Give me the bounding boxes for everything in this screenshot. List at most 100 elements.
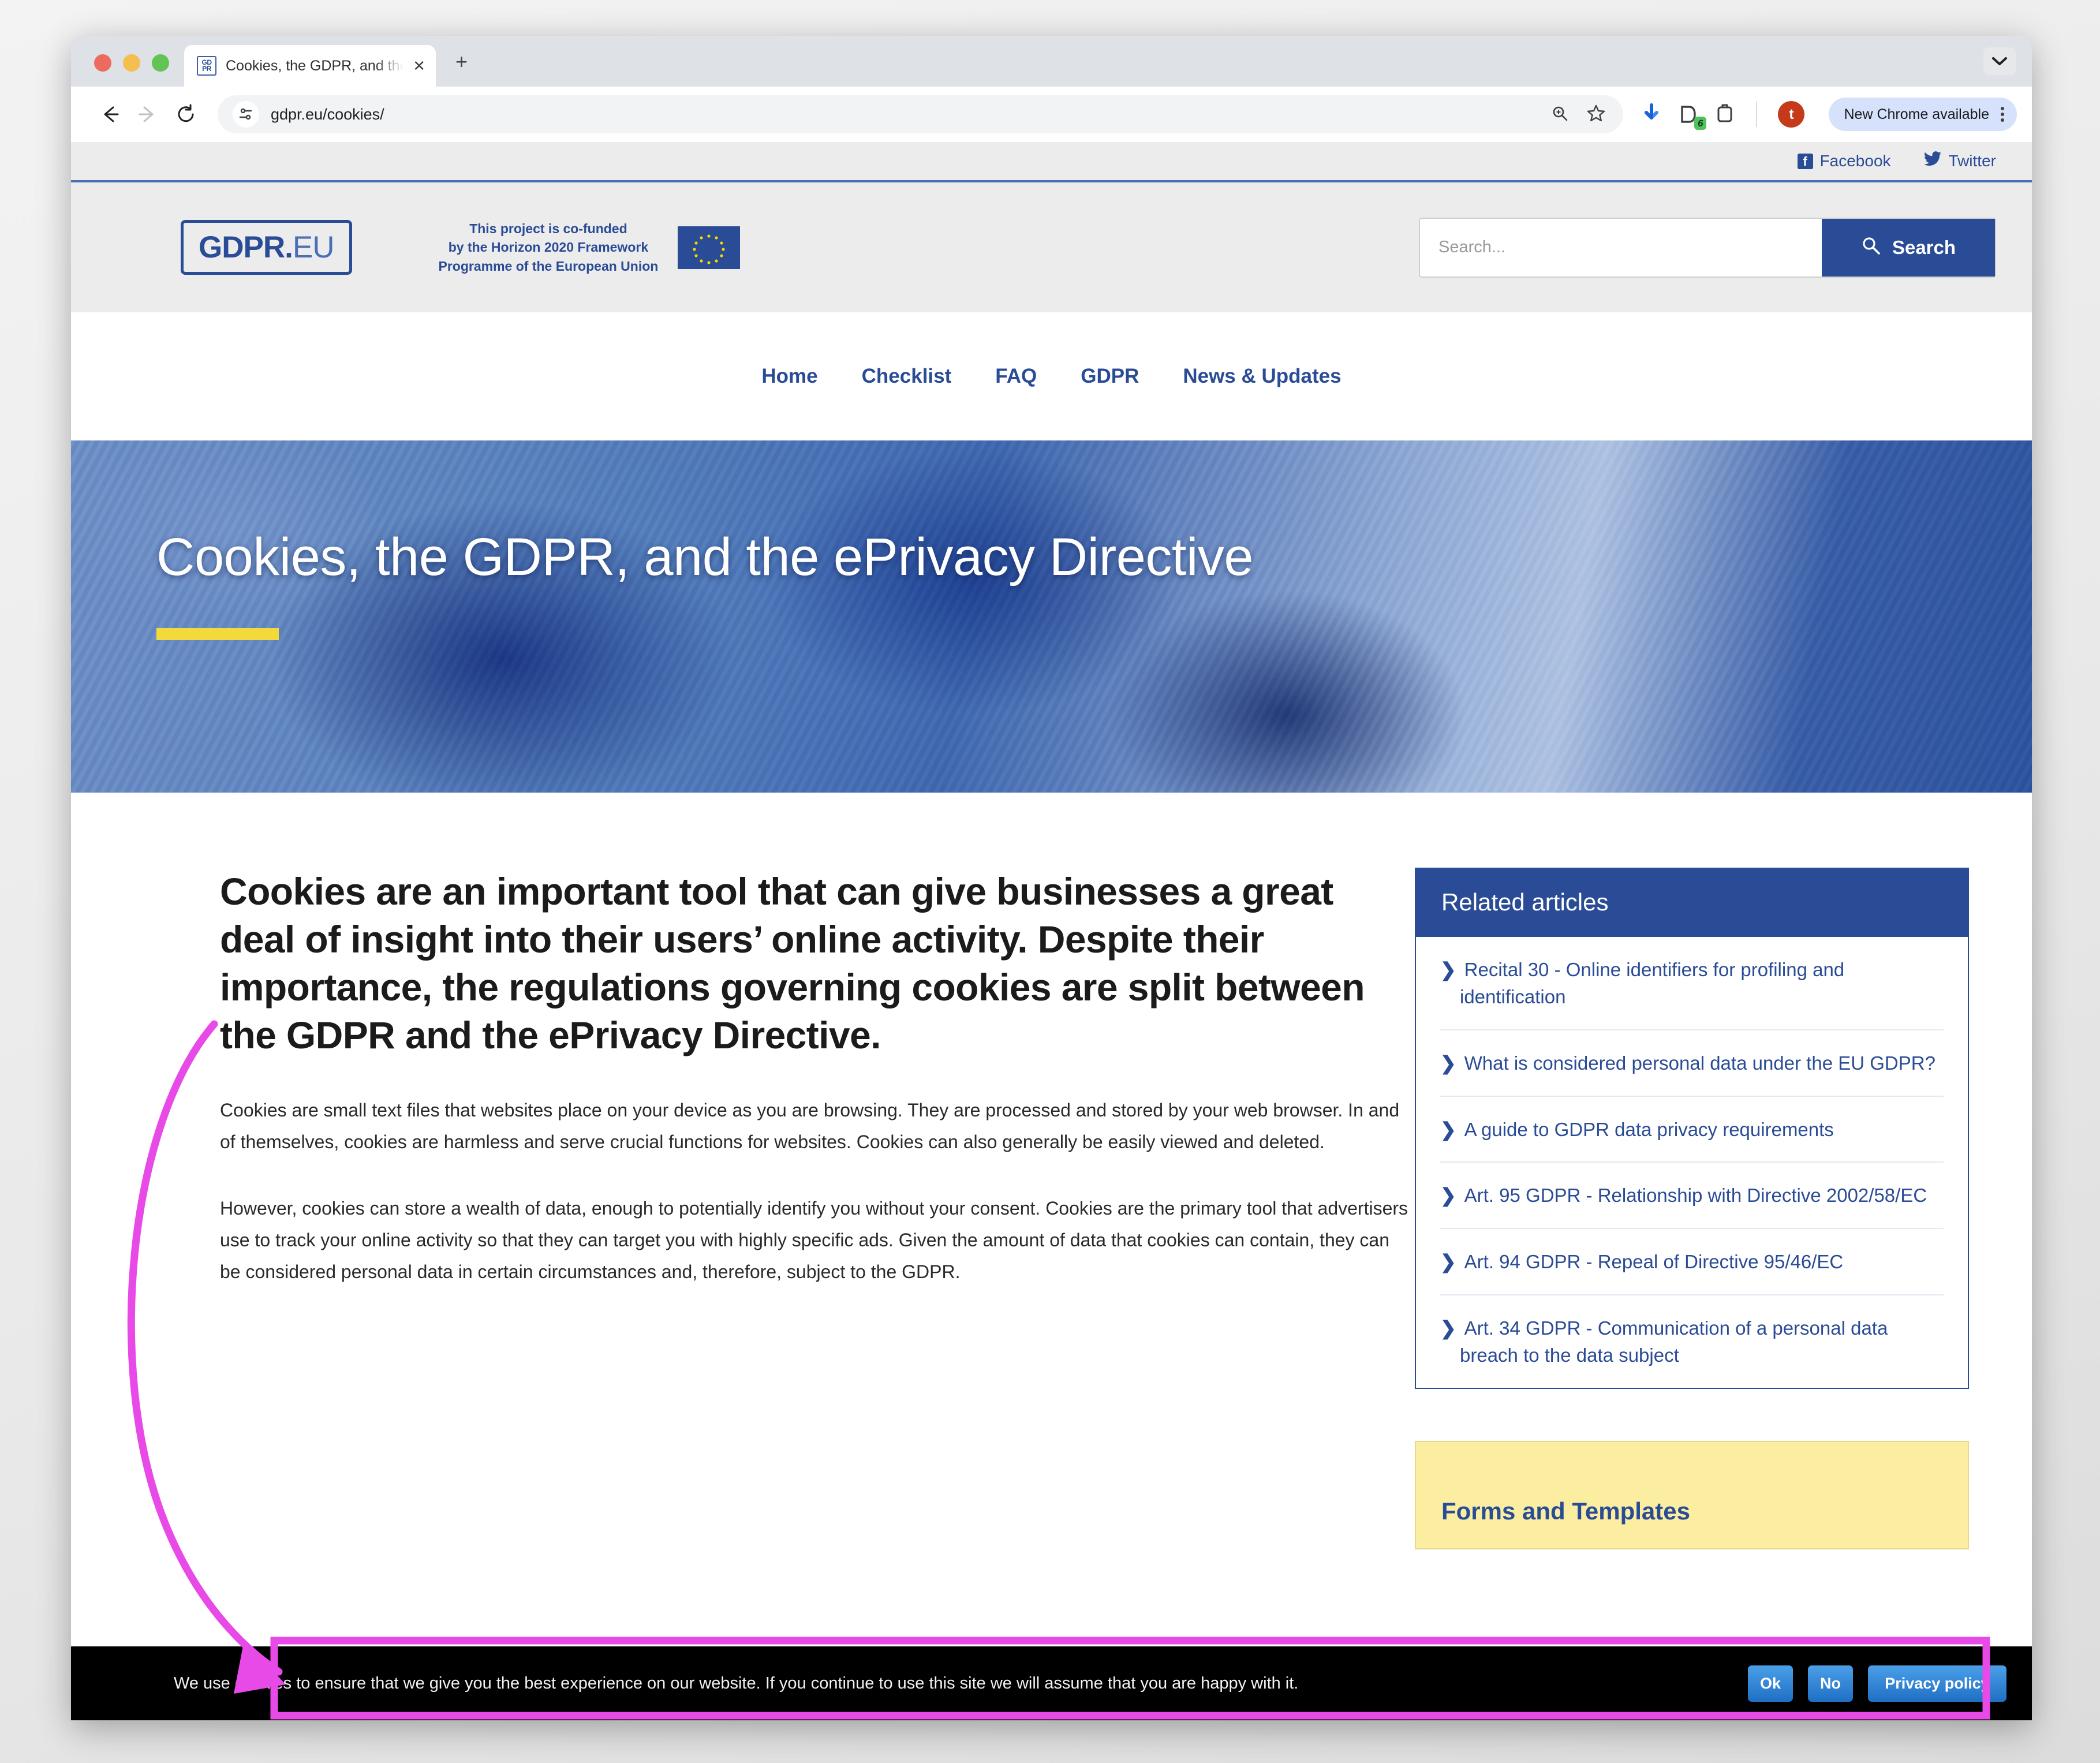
chrome-update-button[interactable]: New Chrome available — [1829, 98, 2017, 131]
related-link-6[interactable]: ❯Art. 34 GDPR - Communication of a perso… — [1460, 1295, 1944, 1388]
related-link-5[interactable]: ❯Art. 94 GDPR - Repeal of Directive 95/4… — [1460, 1229, 1944, 1294]
nav-item-news-updates[interactable]: News & Updates — [1183, 365, 1341, 388]
address-bar[interactable]: gdpr.eu/cookies/ — [218, 95, 1623, 133]
extensions-icon[interactable]: 6 — [1677, 103, 1699, 125]
article-heading: Cookies are an important tool that can g… — [220, 868, 1415, 1060]
related-link-2-label: What is considered personal data under t… — [1464, 1052, 1935, 1074]
reload-button-icon[interactable] — [167, 95, 205, 133]
site-header: GDPR.EU This project is co-funded by the… — [71, 182, 2032, 312]
twitter-icon — [1923, 151, 1942, 171]
bookmark-star-icon[interactable] — [1586, 103, 1606, 126]
privacy-policy-button[interactable]: Privacy policy — [1868, 1665, 2006, 1702]
logo-suffix: EU — [293, 230, 334, 264]
facebook-link[interactable]: f Facebook — [1798, 152, 1891, 170]
url-text: gdpr.eu/cookies/ — [271, 106, 1539, 124]
logo-main: GDPR — [199, 230, 285, 264]
list-item: ❯ A guide to GDPR data privacy requiremen… — [1440, 1097, 1944, 1163]
chevron-right-icon: ❯ — [1440, 1317, 1456, 1339]
page-viewport: f Facebook Twitter GDPR.EU This project … — [71, 142, 2032, 1720]
cookie-consent-banner: We use cookies to ensure that we give yo… — [71, 1646, 2032, 1720]
maximize-window-button[interactable] — [152, 54, 169, 72]
article-body: Cookies are an important tool that can g… — [220, 868, 1415, 1549]
related-articles-card: Related articles ❯Recital 30 - Online id… — [1415, 868, 1969, 1389]
list-item: ❯ Art. 94 GDPR - Repeal of Directive 95/4… — [1440, 1229, 1944, 1295]
close-tab-icon[interactable]: ✕ — [413, 58, 425, 73]
cookie-decline-button[interactable]: No — [1808, 1665, 1853, 1702]
page-title: Cookies, the GDPR, and the ePrivacy Dire… — [156, 527, 2032, 588]
nav-item-checklist[interactable]: Checklist — [862, 365, 952, 388]
hero-accent-bar — [156, 628, 279, 640]
main-navigation: Home Checklist FAQ GDPR News & Updates — [71, 312, 2032, 440]
list-item: ❯Recital 30 - Online identifiers for pro… — [1440, 937, 1944, 1030]
sidebar: Related articles ❯Recital 30 - Online id… — [1415, 868, 1969, 1549]
eu-flag-icon — [678, 226, 740, 269]
related-link-4-label: Art. 95 GDPR - Relationship with Directi… — [1464, 1185, 1927, 1206]
chevron-right-icon: ❯ — [1440, 1052, 1456, 1074]
related-link-4[interactable]: ❯Art. 95 GDPR - Relationship with Direct… — [1460, 1163, 1944, 1228]
related-articles-title: Related articles — [1416, 869, 1968, 937]
social-bar: f Facebook Twitter — [71, 142, 2032, 182]
related-link-2[interactable]: ❯What is considered personal data under … — [1460, 1030, 1944, 1096]
side-panel-icon[interactable] — [1714, 103, 1735, 126]
facebook-icon: f — [1798, 154, 1813, 169]
browser-window: GD PR Cookies, the GDPR, and the e ✕ + — [71, 36, 2032, 1720]
site-settings-icon[interactable] — [233, 101, 259, 128]
back-button-icon[interactable] — [91, 95, 129, 133]
zoom-icon[interactable] — [1550, 104, 1569, 125]
page-content: Cookies are an important tool that can g… — [71, 793, 2032, 1549]
twitter-label: Twitter — [1949, 152, 1996, 170]
related-link-1[interactable]: ❯Recital 30 - Online identifiers for pro… — [1460, 937, 1944, 1029]
gdpr-favicon-icon: GD PR — [197, 56, 216, 76]
chevron-right-icon: ❯ — [1440, 1185, 1456, 1206]
toolbar-icons: 6 t New Chrome available — [1634, 98, 2017, 131]
search-button[interactable]: Search — [1822, 219, 1995, 277]
nav-item-home[interactable]: Home — [761, 365, 817, 388]
cookie-banner-message: We use cookies to ensure that we give yo… — [174, 1674, 1733, 1693]
related-articles-list: ❯Recital 30 - Online identifiers for pro… — [1416, 937, 1968, 1388]
download-icon[interactable] — [1641, 102, 1662, 127]
chrome-menu-icon[interactable] — [1997, 107, 2008, 122]
chevron-down-icon[interactable] — [1983, 47, 2016, 75]
chevron-right-icon: ❯ — [1440, 1251, 1456, 1272]
nav-item-gdpr[interactable]: GDPR — [1081, 365, 1139, 388]
new-tab-button[interactable]: + — [455, 50, 468, 74]
search-icon — [1861, 236, 1881, 260]
cookie-accept-button[interactable]: Ok — [1748, 1665, 1793, 1702]
extension-badge-count: 6 — [1694, 117, 1706, 130]
site-logo[interactable]: GDPR.EU — [181, 220, 352, 275]
site-search: Search — [1419, 218, 1996, 278]
related-link-5-label: Art. 94 GDPR - Repeal of Directive 95/46… — [1464, 1251, 1844, 1272]
browser-tab[interactable]: GD PR Cookies, the GDPR, and the e ✕ — [184, 45, 436, 87]
logo-dot: . — [285, 230, 293, 264]
tab-title: Cookies, the GDPR, and the e — [226, 58, 403, 74]
cofunding-line-2: by the Horizon 2020 Framework — [439, 238, 659, 257]
nav-item-faq[interactable]: FAQ — [995, 365, 1037, 388]
list-item: ❯ What is considered personal data under … — [1440, 1030, 1944, 1097]
chevron-right-icon: ❯ — [1440, 959, 1456, 980]
profile-avatar[interactable]: t — [1778, 101, 1804, 128]
window-traffic-lights — [71, 54, 169, 87]
related-link-6-label: Art. 34 GDPR - Communication of a person… — [1460, 1317, 1888, 1366]
hero-banner: Cookies, the GDPR, and the ePrivacy Dire… — [71, 440, 2032, 793]
close-window-button[interactable] — [94, 54, 111, 72]
chrome-update-label: New Chrome available — [1844, 106, 1989, 123]
article-paragraph-1: Cookies are small text files that websit… — [220, 1095, 1415, 1158]
browser-toolbar: gdpr.eu/cookies/ 6 t — [71, 87, 2032, 142]
search-button-label: Search — [1892, 237, 1956, 259]
forward-button-icon[interactable] — [129, 95, 167, 133]
tab-strip: GD PR Cookies, the GDPR, and the e ✕ + — [71, 36, 2032, 87]
related-link-1-label: Recital 30 - Online identifiers for prof… — [1460, 959, 1844, 1007]
eu-cofunding-notice: This project is co-funded by the Horizon… — [439, 219, 741, 276]
article-paragraph-2: However, cookies can store a wealth of d… — [220, 1193, 1415, 1288]
search-input[interactable] — [1420, 219, 1822, 277]
favicon-line-2: PR — [202, 66, 211, 72]
toolbar-divider — [1756, 102, 1757, 127]
list-item: ❯ Art. 95 GDPR - Relationship with Direct… — [1440, 1163, 1944, 1229]
chevron-right-icon: ❯ — [1440, 1119, 1456, 1140]
twitter-link[interactable]: Twitter — [1923, 151, 1996, 171]
list-item: ❯Art. 34 GDPR - Communication of a perso… — [1440, 1295, 1944, 1388]
related-link-3-label: A guide to GDPR data privacy requirement… — [1464, 1119, 1834, 1140]
cofunding-line-3: Programme of the European Union — [439, 257, 659, 276]
related-link-3[interactable]: ❯A guide to GDPR data privacy requiremen… — [1460, 1097, 1944, 1162]
minimize-window-button[interactable] — [123, 54, 140, 72]
